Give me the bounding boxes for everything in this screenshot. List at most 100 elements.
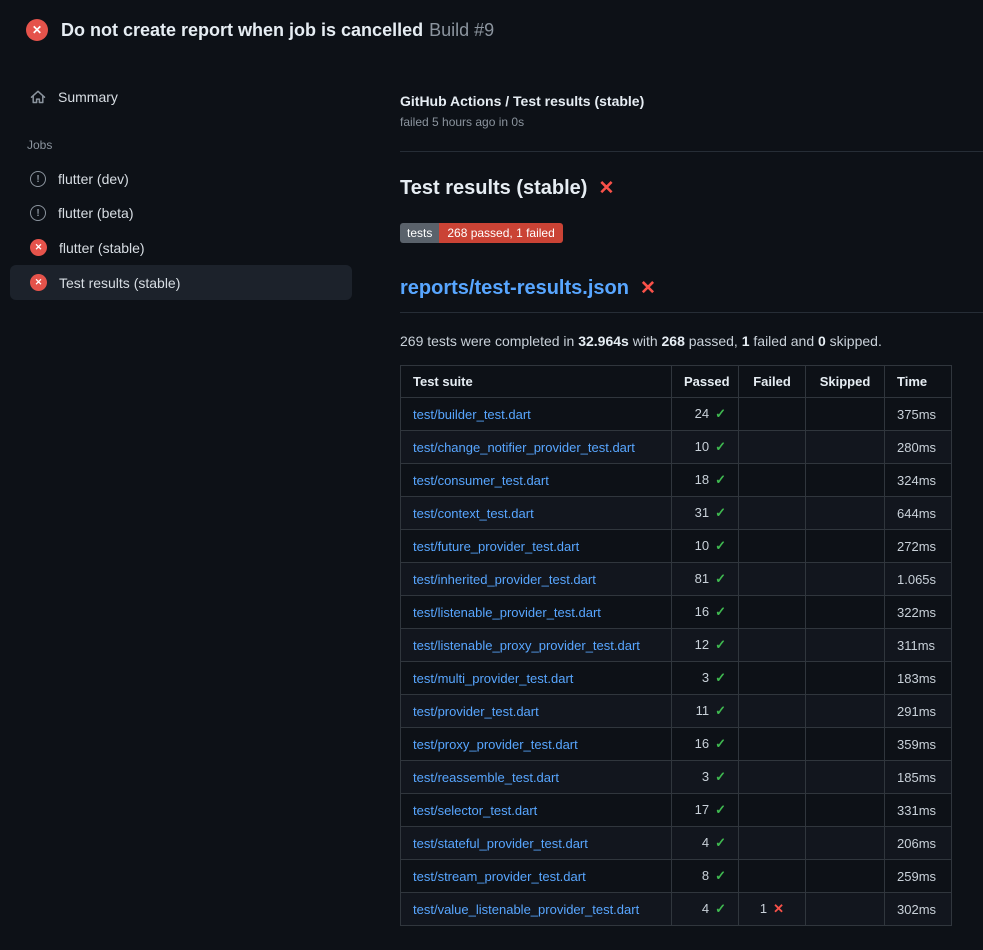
check-icon: ✓	[715, 802, 726, 817]
suite-link[interactable]: test/stream_provider_test.dart	[413, 869, 586, 884]
report-link[interactable]: reports/test-results.json	[400, 277, 629, 300]
suite-link[interactable]: test/listenable_proxy_provider_test.dart	[413, 638, 640, 653]
summary-text: with	[629, 333, 662, 349]
suite-link[interactable]: test/multi_provider_test.dart	[413, 671, 573, 686]
passed-count: 10	[695, 439, 709, 454]
suite-link[interactable]: test/selector_test.dart	[413, 803, 537, 818]
failed-count: 1	[760, 901, 767, 916]
failed-cell	[739, 695, 806, 728]
suite-cell: test/listenable_proxy_provider_test.dart	[401, 629, 672, 662]
sidebar-item-summary[interactable]: Summary	[10, 80, 352, 114]
section-title: Test results (stable)	[400, 177, 587, 200]
check-icon: ✓	[715, 439, 726, 454]
build-number: Build #9	[429, 20, 494, 41]
check-icon: ✓	[715, 703, 726, 718]
check-icon: ✓	[715, 868, 726, 883]
check-icon: ✓	[715, 406, 726, 421]
suite-link[interactable]: test/value_listenable_provider_test.dart	[413, 902, 639, 917]
failed-cell	[739, 761, 806, 794]
col-header-time: Time	[885, 366, 952, 398]
passed-count: 16	[695, 736, 709, 751]
skipped-cell	[806, 464, 885, 497]
skipped-cell	[806, 695, 885, 728]
check-icon: ✓	[715, 769, 726, 784]
suite-link[interactable]: test/future_provider_test.dart	[413, 539, 579, 554]
suite-link[interactable]: test/reassemble_test.dart	[413, 770, 559, 785]
suite-link[interactable]: test/inherited_provider_test.dart	[413, 572, 596, 587]
suite-cell: test/change_notifier_provider_test.dart	[401, 431, 672, 464]
suite-link[interactable]: test/listenable_provider_test.dart	[413, 605, 601, 620]
passed-count: 17	[695, 802, 709, 817]
sidebar-item-flutter-dev[interactable]: ! flutter (dev)	[10, 162, 352, 196]
skipped-cell	[806, 398, 885, 431]
time-cell: 324ms	[885, 464, 952, 497]
failed-cell	[739, 563, 806, 596]
suite-link[interactable]: test/change_notifier_provider_test.dart	[413, 440, 635, 455]
time-cell: 644ms	[885, 497, 952, 530]
check-icon: ✓	[715, 901, 726, 916]
breadcrumb: GitHub Actions / Test results (stable)	[400, 93, 951, 109]
col-header-passed: Passed	[672, 366, 739, 398]
skipped-cell	[806, 662, 885, 695]
jobs-section-label: Jobs	[27, 138, 352, 152]
suite-link[interactable]: test/builder_test.dart	[413, 407, 531, 422]
suite-link[interactable]: test/provider_test.dart	[413, 704, 539, 719]
table-row: test/builder_test.dart24✓375ms	[401, 398, 952, 431]
skipped-cell	[806, 431, 885, 464]
layout: Summary Jobs ! flutter (dev) ! flutter (…	[0, 56, 983, 926]
suite-link[interactable]: test/proxy_provider_test.dart	[413, 737, 578, 752]
failed-cell	[739, 431, 806, 464]
skipped-cell	[806, 860, 885, 893]
check-icon: ✓	[715, 604, 726, 619]
failed-cell	[739, 530, 806, 563]
skipped-cell	[806, 629, 885, 662]
time-cell: 259ms	[885, 860, 952, 893]
suite-cell: test/provider_test.dart	[401, 695, 672, 728]
suite-cell: test/value_listenable_provider_test.dart	[401, 893, 672, 926]
table-row: test/stream_provider_test.dart8✓259ms	[401, 860, 952, 893]
failed-cell	[739, 398, 806, 431]
skipped-cell	[806, 893, 885, 926]
table-row: test/proxy_provider_test.dart 16 ✓ 359ms	[401, 728, 952, 761]
table-row: test/inherited_provider_test.dart81✓1.06…	[401, 563, 952, 596]
passed-count: 12	[695, 637, 709, 652]
sidebar-item-label: Summary	[58, 89, 118, 105]
sidebar-item-test-results-stable[interactable]: ✕ Test results (stable)	[10, 265, 352, 300]
table-row: test/listenable_provider_test.dart16✓322…	[401, 596, 952, 629]
passed-count: 4	[702, 901, 709, 916]
table-row: test/multi_provider_test.dart3✓183ms	[401, 662, 952, 695]
skipped-cell	[806, 761, 885, 794]
table-row: test/reassemble_test.dart3✓185ms	[401, 761, 952, 794]
failed-cell	[739, 728, 806, 761]
col-header-test-suite: Test suite	[401, 366, 672, 398]
summary-failed: 1	[742, 333, 750, 349]
failed-cell	[739, 662, 806, 695]
suite-link[interactable]: test/stateful_provider_test.dart	[413, 836, 588, 851]
failed-cell	[739, 860, 806, 893]
suite-link[interactable]: test/context_test.dart	[413, 506, 534, 521]
cross-icon: ✕	[773, 901, 784, 916]
sidebar-item-label: flutter (dev)	[58, 171, 129, 187]
suite-cell: test/stream_provider_test.dart	[401, 860, 672, 893]
passed-count: 10	[695, 538, 709, 553]
check-icon: ✓	[715, 736, 726, 751]
sidebar-item-flutter-stable[interactable]: ✕ flutter (stable)	[10, 230, 352, 265]
passed-cell: 10 ✓	[672, 431, 739, 464]
check-icon: ✓	[715, 571, 726, 586]
skipped-cell	[806, 827, 885, 860]
run-title: Do not create report when job is cancell…	[61, 20, 423, 41]
passed-count: 24	[695, 406, 709, 421]
summary-line: 269 tests were completed in 32.964s with…	[400, 333, 951, 349]
time-cell: 359ms	[885, 728, 952, 761]
passed-count: 16	[695, 604, 709, 619]
time-cell: 280ms	[885, 431, 952, 464]
neutral-status-icon: !	[30, 171, 46, 187]
sidebar-item-flutter-beta[interactable]: ! flutter (beta)	[10, 196, 352, 230]
failed-cell	[739, 794, 806, 827]
time-cell: 206ms	[885, 827, 952, 860]
passed-cell: 24 ✓	[672, 398, 739, 431]
sidebar: Summary Jobs ! flutter (dev) ! flutter (…	[0, 56, 400, 300]
table-row: test/context_test.dart31✓644ms	[401, 497, 952, 530]
summary-text: failed and	[750, 333, 819, 349]
suite-link[interactable]: test/consumer_test.dart	[413, 473, 549, 488]
